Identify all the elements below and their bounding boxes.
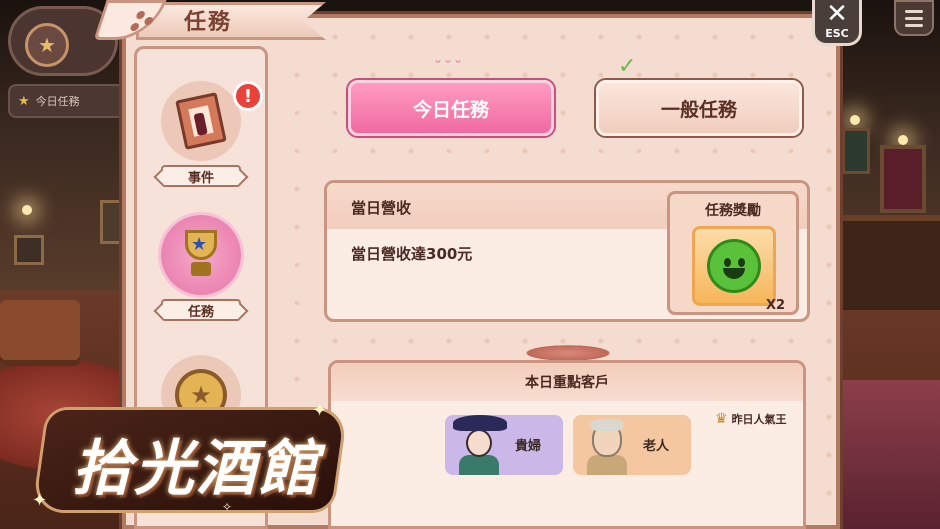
customer-card[interactable]: 貴婦 bbox=[445, 415, 563, 475]
counter bbox=[835, 380, 940, 529]
reward-box: 任務獎勵 X2 bbox=[667, 191, 799, 315]
close-icon: ✕ bbox=[826, 0, 848, 29]
trophy-icon: ★ bbox=[161, 215, 241, 295]
star-badge-icon: ★ bbox=[25, 23, 69, 67]
menu-icon bbox=[905, 9, 923, 13]
tab-bar: ˘˘˘ ✓ 今日任務 一般任務 bbox=[322, 54, 822, 160]
sidebar-item-task[interactable]: ★ 任務 bbox=[137, 199, 265, 329]
check-icon: ✓ bbox=[618, 54, 637, 79]
star-icon: ★ bbox=[18, 93, 30, 109]
tab-general-tasks[interactable]: 一般任務 bbox=[596, 80, 802, 136]
wall-picture bbox=[842, 128, 870, 174]
sidebar-item-label: 事件 bbox=[161, 165, 241, 187]
game-logo: 拾光酒館 ✦ ✦ ✧ bbox=[22, 400, 346, 525]
reward-count: X2 bbox=[766, 298, 786, 313]
reward-label: 任務獎勵 bbox=[705, 203, 761, 219]
yesterday-label: 昨日人氣王 bbox=[731, 413, 787, 426]
crown-icon: ♛ bbox=[715, 411, 728, 427]
wall-picture bbox=[100, 200, 122, 244]
reward-item[interactable] bbox=[692, 226, 776, 306]
customer-name: 老人 bbox=[643, 439, 670, 454]
smiley-face-icon bbox=[707, 239, 761, 293]
key-customers-panel: 本日重點客戶 貴婦 老人 ♛ 昨日人氣王 bbox=[328, 360, 806, 529]
customer-name: 貴婦 bbox=[515, 439, 542, 454]
lady-portrait-icon bbox=[451, 415, 507, 475]
close-button[interactable]: ✕ ESC bbox=[812, 0, 862, 46]
customer-card[interactable]: 老人 bbox=[573, 415, 691, 475]
shelf bbox=[842, 215, 940, 310]
task-title: 當日營收 bbox=[351, 199, 412, 217]
tab-daily-tasks[interactable]: 今日任務 bbox=[348, 80, 554, 136]
alert-badge: ! bbox=[233, 81, 263, 111]
esc-label: ESC bbox=[825, 27, 849, 40]
sofa bbox=[0, 300, 80, 360]
wall-picture bbox=[14, 235, 44, 265]
sparkle-icon: ✧ bbox=[222, 500, 233, 514]
window-title: 任務 bbox=[184, 10, 233, 35]
hud-task-button[interactable]: ★ 今日任務 bbox=[8, 84, 128, 118]
sparkle-icon: ✦ bbox=[32, 490, 48, 511]
lamp-icon bbox=[22, 205, 32, 215]
yesterday-popular: ♛ 昨日人氣王 bbox=[715, 411, 787, 427]
sidebar-item-event[interactable]: ! 事件 bbox=[137, 69, 265, 199]
sparkle-icon: ˘˘˘ bbox=[434, 58, 464, 77]
lamp-icon bbox=[898, 135, 908, 145]
game-logo-text: 拾光酒館 bbox=[72, 434, 320, 504]
event-book-icon bbox=[161, 81, 241, 161]
wall-picture bbox=[880, 145, 926, 213]
sparkle-icon: ✦ bbox=[312, 400, 328, 421]
old-man-portrait-icon bbox=[579, 415, 635, 475]
key-customers-header: 本日重點客戶 bbox=[525, 375, 609, 391]
lamp-icon bbox=[850, 115, 860, 125]
sidebar-item-label: 任務 bbox=[161, 299, 241, 321]
menu-button[interactable] bbox=[894, 0, 934, 36]
hud-task-label: 今日任務 bbox=[35, 95, 80, 108]
task-card: 當日營收 當日營收達300元 任務獎勵 X2 bbox=[324, 180, 810, 322]
task-description: 當日營收達300元 bbox=[351, 245, 473, 263]
